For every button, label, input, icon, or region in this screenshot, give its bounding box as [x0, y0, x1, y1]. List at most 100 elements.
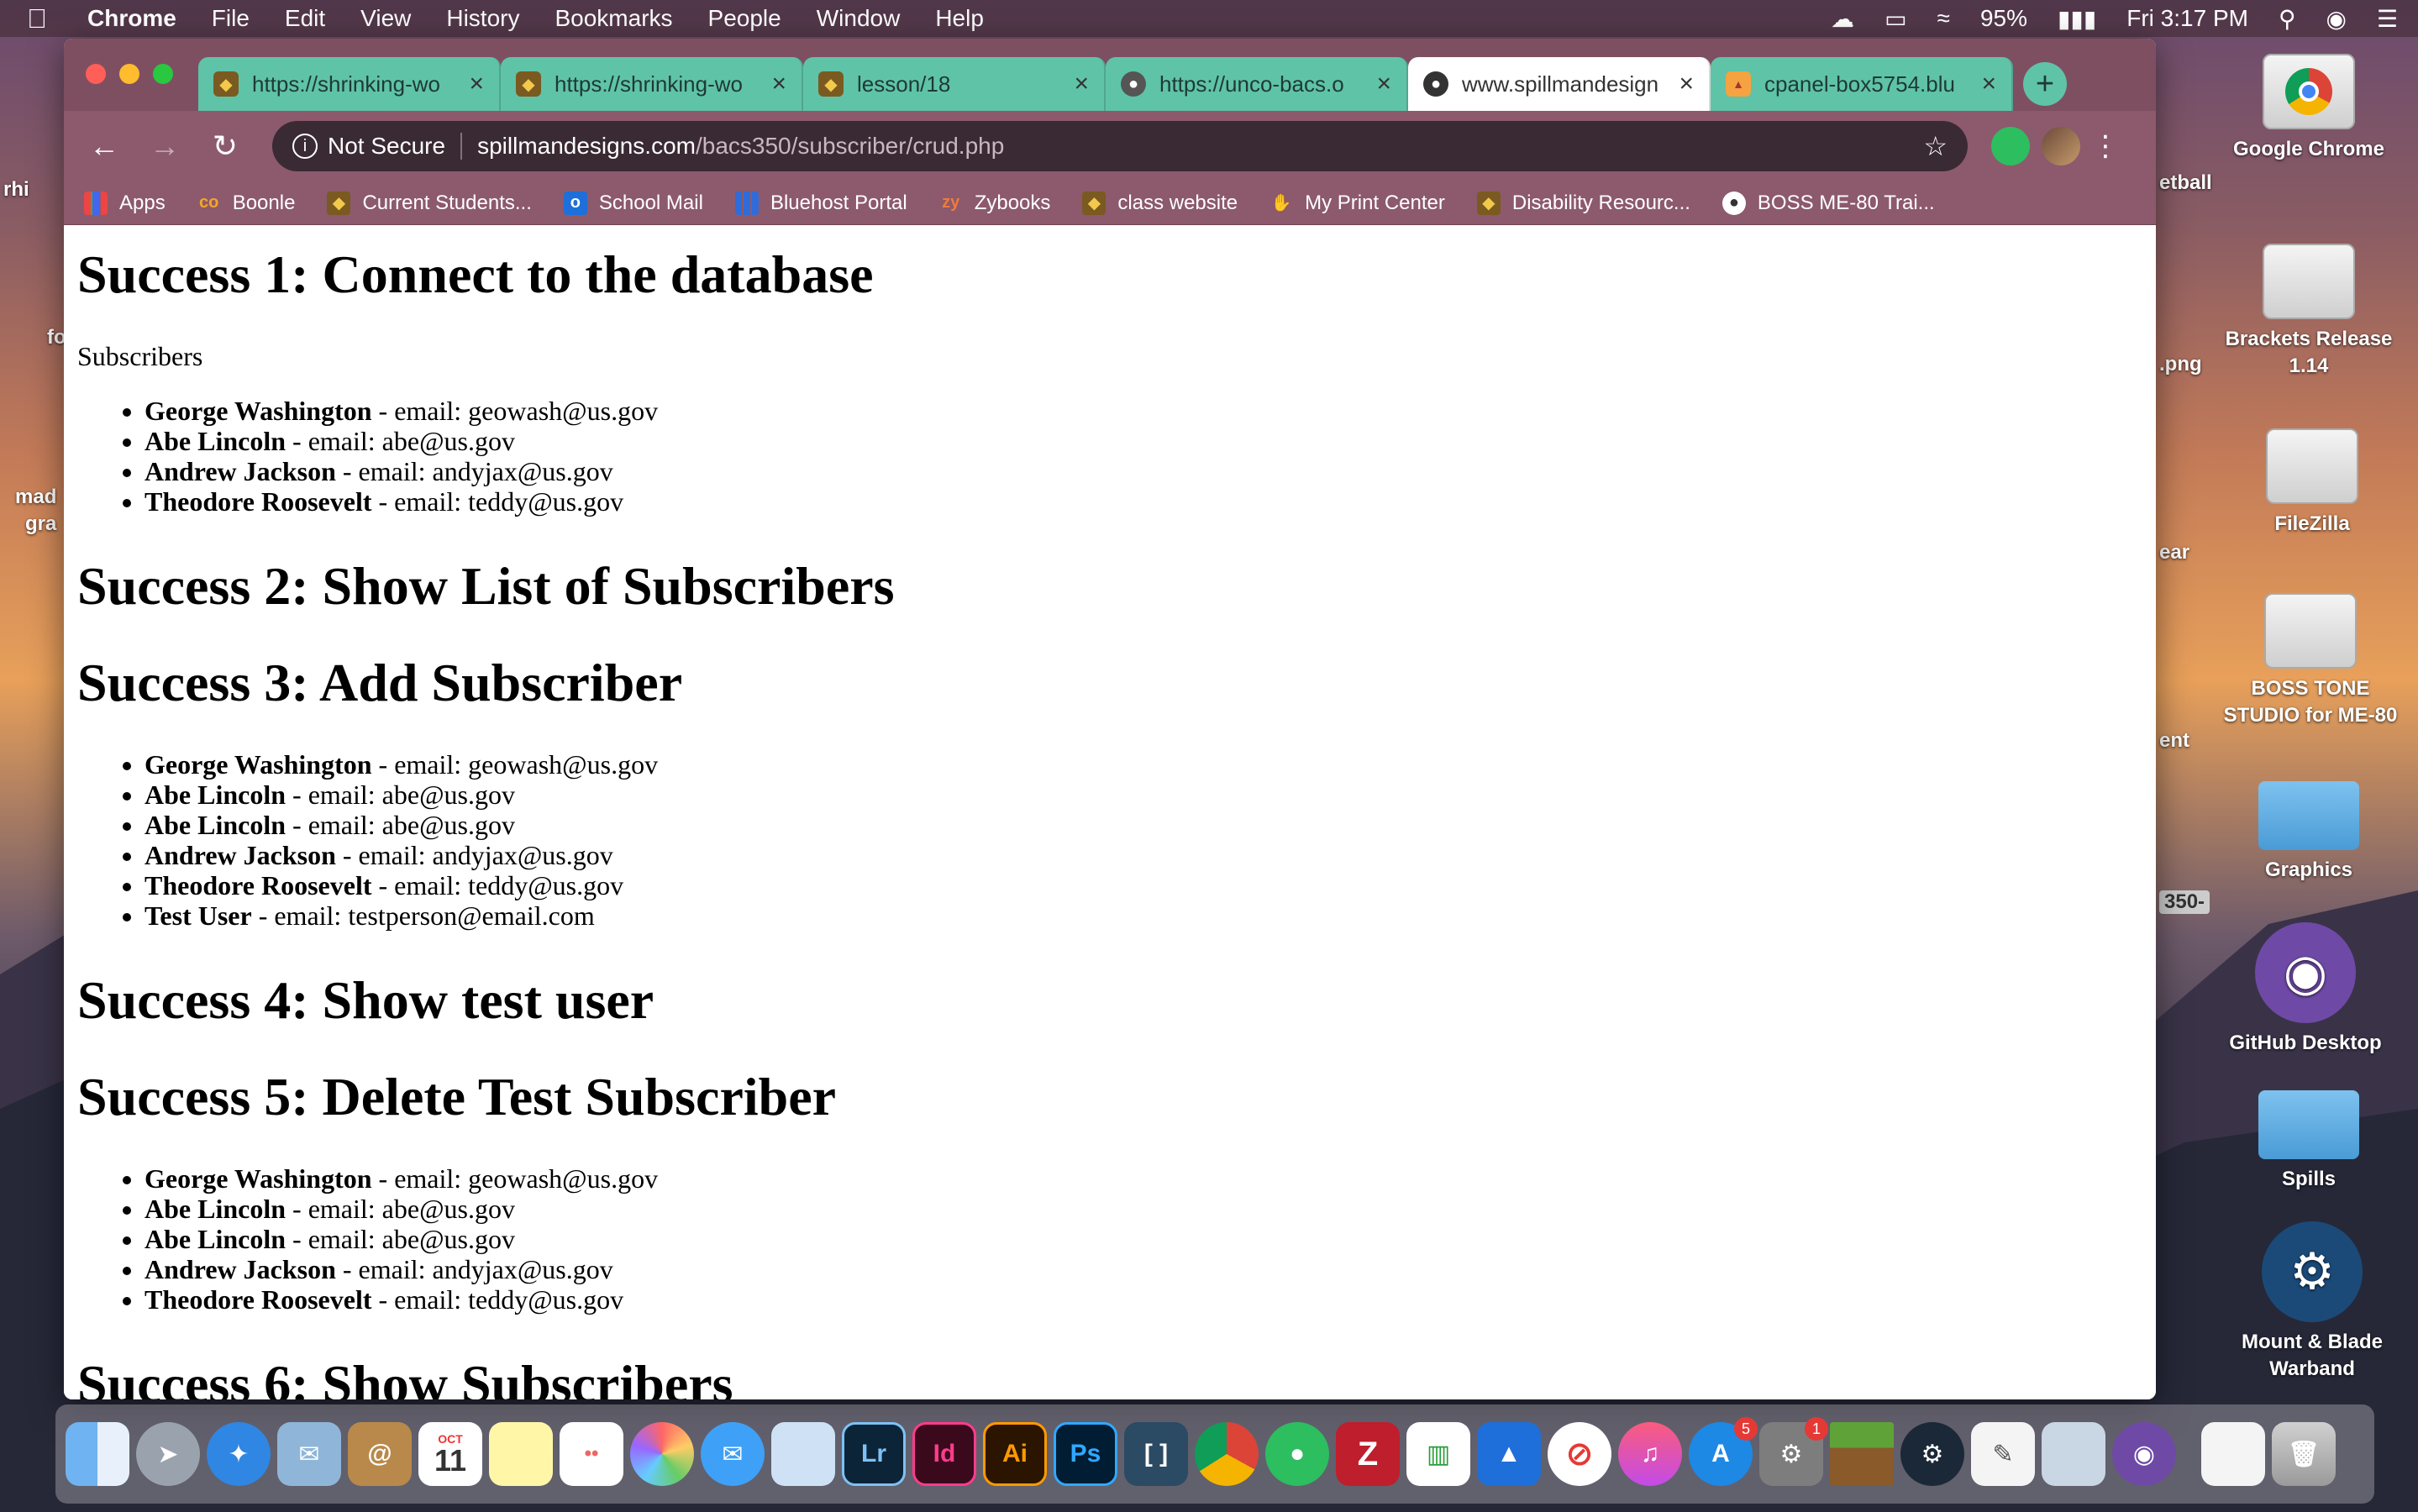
evernote-icon[interactable]: ●	[1265, 1422, 1329, 1486]
minimize-window-button[interactable]	[119, 64, 139, 84]
bookmark-current-students[interactable]: ◆ Current Students...	[327, 191, 532, 215]
menu-bookmarks[interactable]: Bookmarks	[555, 5, 672, 32]
reload-button[interactable]: ↻	[200, 121, 250, 171]
close-window-button[interactable]	[86, 64, 106, 84]
calendar-day: 11	[434, 1443, 467, 1478]
tab-close-icon[interactable]: ×	[469, 70, 484, 98]
bookmark-star-icon[interactable]: ☆	[1923, 130, 1948, 162]
bookmark-boss-me80[interactable]: ● BOSS ME-80 Trai...	[1722, 191, 1935, 215]
profile-avatar[interactable]	[2042, 127, 2080, 165]
list-item: George Washington - email: geowash@us.go…	[145, 396, 2142, 426]
menu-app-chrome[interactable]: Chrome	[87, 5, 176, 32]
desktop-icon-graphics[interactable]: Graphics	[2216, 781, 2401, 884]
bookmark-apps[interactable]: Apps	[84, 191, 166, 215]
bear-favicon-icon: ◆	[213, 71, 239, 97]
apple-menu-icon[interactable]: 	[20, 3, 54, 34]
document-icon[interactable]	[2201, 1422, 2265, 1486]
notification-center-icon[interactable]: ☰	[2377, 5, 2398, 33]
menu-people[interactable]: People	[708, 5, 781, 32]
github-icon[interactable]: ◉	[2112, 1422, 2176, 1486]
calendar-icon[interactable]: OCT 11	[418, 1422, 482, 1486]
reminders-icon[interactable]: ••	[560, 1422, 623, 1486]
battery-percent[interactable]: 95%	[1980, 5, 2027, 32]
desktop-icon-mount-blade[interactable]: ⚙ Mount & Blade Warband	[2220, 1221, 2405, 1383]
finder-icon[interactable]	[66, 1422, 129, 1486]
desktop-icon-github-desktop[interactable]: ◉ GitHub Desktop	[2213, 922, 2398, 1057]
tab-shrinking-2[interactable]: ◆ https://shrinking-wo ×	[501, 57, 803, 111]
chrome-icon[interactable]	[1195, 1422, 1259, 1486]
wifi-icon[interactable]: ≈	[1937, 5, 1950, 32]
filezilla-icon[interactable]: Z	[1336, 1422, 1400, 1486]
bookmark-bluehost[interactable]: Bluehost Portal	[734, 191, 907, 215]
clock[interactable]: Fri 3:17 PM	[2126, 5, 2248, 32]
battery-icon[interactable]: ▮▮▮	[2058, 5, 2096, 33]
steam-icon[interactable]: ⚙	[1900, 1422, 1964, 1486]
bookmark-boonle[interactable]: co Boonle	[197, 191, 296, 215]
numbers-icon[interactable]: ▥	[1406, 1422, 1470, 1486]
appstore-badge: 5	[1734, 1417, 1758, 1441]
desktop-icon-google-chrome[interactable]: Google Chrome	[2216, 54, 2401, 163]
lightroom-icon[interactable]: Lr	[842, 1422, 906, 1486]
tab-close-icon[interactable]: ×	[1981, 70, 1996, 98]
creative-cloud-icon[interactable]: ☁	[1831, 5, 1854, 33]
menu-help[interactable]: Help	[935, 5, 984, 32]
tab-close-icon[interactable]: ×	[771, 70, 786, 98]
tab-close-icon[interactable]: ×	[1074, 70, 1089, 98]
desktop-icon-boss-tone-studio[interactable]: BOSS TONE STUDIO for ME-80	[2218, 593, 2403, 729]
itunes-icon[interactable]: ♫	[1618, 1422, 1682, 1486]
tab-close-icon[interactable]: ×	[1679, 70, 1694, 98]
textedit-icon[interactable]: ✎	[1971, 1422, 2035, 1486]
bookmark-label: Zybooks	[974, 191, 1051, 214]
menu-file[interactable]: File	[212, 5, 250, 32]
photoshop-icon[interactable]: Ps	[1054, 1422, 1117, 1486]
airplay-icon[interactable]: ▭	[1884, 5, 1906, 33]
tab-shrinking-1[interactable]: ◆ https://shrinking-wo ×	[198, 57, 501, 111]
illustrator-icon[interactable]: Ai	[983, 1422, 1047, 1486]
tab-unco-bacs[interactable]: ● https://unco-bacs.o ×	[1106, 57, 1408, 111]
messages-icon[interactable]: ✉	[701, 1422, 765, 1486]
safari-icon[interactable]: ✦	[207, 1422, 271, 1486]
back-button[interactable]: ←	[79, 121, 129, 171]
notes-icon[interactable]	[489, 1422, 553, 1486]
bookmark-class-website[interactable]: ◆ class website	[1082, 191, 1238, 215]
minecraft-icon[interactable]	[1830, 1422, 1894, 1486]
bookmark-print-center[interactable]: ✋ My Print Center	[1269, 192, 1445, 215]
imagecapture-icon[interactable]	[2042, 1422, 2105, 1486]
bookmark-label: Boonle	[232, 191, 296, 214]
drive-icon	[2263, 244, 2355, 319]
address-bar[interactable]: i Not Secure spillmandesigns.com /bacs35…	[272, 121, 1968, 171]
menu-view[interactable]: View	[360, 5, 411, 32]
tab-close-icon[interactable]: ×	[1376, 70, 1391, 98]
desktop-icon-filezilla[interactable]: FileZilla	[2220, 428, 2405, 538]
evernote-extension-icon[interactable]	[1991, 127, 2030, 165]
window-controls	[86, 64, 173, 84]
bookmark-disability-resources[interactable]: ◆ Disability Resourc...	[1476, 191, 1690, 215]
bookmark-school-mail[interactable]: o School Mail	[563, 191, 703, 215]
mail-icon[interactable]: ✉	[277, 1422, 341, 1486]
tab-lesson-18[interactable]: ◆ lesson/18 ×	[803, 57, 1106, 111]
siri-icon[interactable]: ◉	[2326, 5, 2346, 33]
desktop-icon-brackets[interactable]: Brackets Release 1.14	[2216, 244, 2401, 380]
forward-button[interactable]: →	[139, 121, 190, 171]
launchpad-icon[interactable]: ➤	[136, 1422, 200, 1486]
new-tab-button[interactable]: +	[2023, 62, 2067, 106]
keynote-icon[interactable]: ▲	[1477, 1422, 1541, 1486]
spotlight-search-icon[interactable]: ⚲	[2279, 5, 2296, 33]
indesign-icon[interactable]: Id	[912, 1422, 976, 1486]
news-icon[interactable]: ⊘	[1548, 1422, 1611, 1486]
brackets-icon[interactable]: [ ]	[1124, 1422, 1188, 1486]
menu-history[interactable]: History	[446, 5, 519, 32]
site-info-button[interactable]: i Not Secure	[292, 133, 463, 160]
photos-icon[interactable]	[630, 1422, 694, 1486]
preview-icon[interactable]	[771, 1422, 835, 1486]
bookmark-zybooks[interactable]: zy Zybooks	[939, 191, 1051, 215]
menu-edit[interactable]: Edit	[285, 5, 325, 32]
zoom-window-button[interactable]	[153, 64, 173, 84]
tab-spillmandesigns[interactable]: ● www.spillmandesign ×	[1408, 57, 1711, 111]
trash-icon[interactable]: 🗑	[2272, 1422, 2336, 1486]
tab-cpanel[interactable]: ▲ cpanel-box5754.blu ×	[1711, 57, 2013, 111]
menu-window[interactable]: Window	[817, 5, 901, 32]
contacts-icon[interactable]: @	[348, 1422, 412, 1486]
desktop-icon-spills[interactable]: Spills	[2216, 1090, 2401, 1193]
chrome-menu-icon[interactable]: ⋮	[2080, 121, 2131, 171]
